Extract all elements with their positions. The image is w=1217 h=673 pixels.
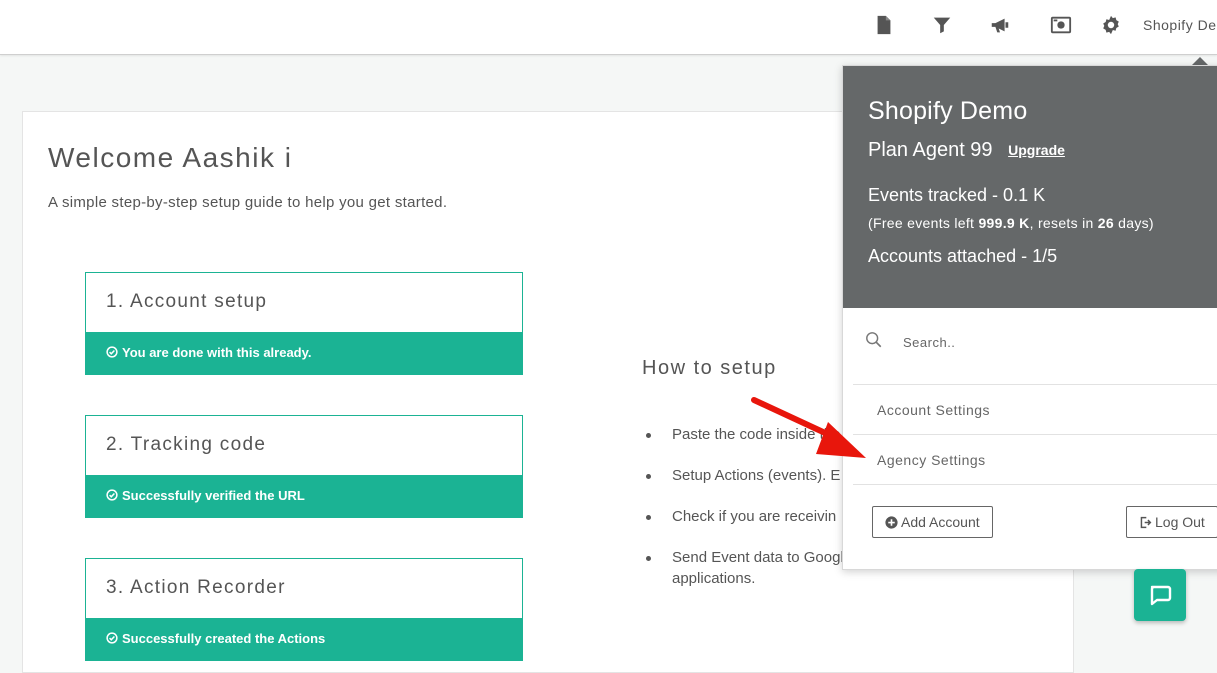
plus-circle-icon — [885, 516, 898, 529]
free-events-suffix: days) — [1113, 215, 1154, 231]
plan-name: Plan Agent 99 — [868, 139, 993, 161]
reset-days: 26 — [1097, 215, 1114, 231]
chat-widget-button[interactable] — [1134, 569, 1186, 621]
how-to-setup-heading: How to setup — [642, 357, 777, 379]
step-status: Successfully verified the URL — [86, 475, 522, 517]
accounts-attached: Accounts attached - 1/5 — [868, 246, 1058, 266]
search-icon — [866, 332, 882, 348]
menu-item-agency-settings[interactable]: Agency Settings — [877, 452, 986, 468]
check-circle-icon — [106, 489, 118, 501]
dropdown-account-name: Shopify Demo — [868, 97, 1028, 125]
sign-out-icon — [1140, 516, 1152, 529]
step-status-text: Successfully created the Actions — [122, 631, 326, 646]
step-title: 2. Tracking code — [106, 434, 267, 455]
step-status: You are done with this already. — [86, 332, 522, 374]
divider — [853, 484, 1217, 485]
add-account-button[interactable]: Add Account — [872, 506, 993, 538]
free-events-left: 999.9 K — [978, 215, 1030, 231]
account-search-input[interactable] — [901, 328, 1205, 356]
divider — [853, 434, 1217, 435]
check-circle-icon — [106, 632, 118, 644]
page-title: Welcome Aashik i — [48, 142, 293, 173]
check-circle-icon — [106, 346, 118, 358]
page-subtitle: A simple step-by-step setup guide to hel… — [48, 194, 448, 211]
step-status-text: You are done with this already. — [122, 345, 312, 360]
step-title: 1. Account setup — [106, 291, 268, 312]
account-dropdown: Shopify Demo Plan Agent 99 Upgrade Event… — [842, 65, 1217, 570]
events-tracked: Events tracked - 0.1 K — [868, 185, 1046, 205]
plan-info: Plan Agent 99 Upgrade — [868, 139, 1065, 162]
step-account-setup[interactable]: 1. Account setup You are done with this … — [85, 272, 523, 375]
free-events-info: (Free events left 999.9 K, resets in 26 … — [868, 215, 1154, 231]
step-status: Successfully created the Actions — [86, 618, 522, 660]
gear-icon[interactable] — [1100, 14, 1122, 36]
camera-icon[interactable] — [1050, 14, 1072, 36]
top-bar: Shopify Demo — [0, 0, 1217, 55]
dropdown-caret — [1192, 57, 1208, 65]
step-action-recorder[interactable]: 3. Action Recorder Successfully created … — [85, 558, 523, 661]
step-tracking-code[interactable]: 2. Tracking code Successfully verified t… — [85, 415, 523, 518]
annotation-arrow-icon — [751, 397, 866, 458]
dropdown-header: Shopify Demo Plan Agent 99 Upgrade Event… — [843, 66, 1217, 308]
divider — [853, 384, 1217, 385]
free-events-prefix: (Free events left — [868, 215, 979, 231]
document-icon[interactable] — [873, 14, 895, 36]
top-account-name[interactable]: Shopify Demo — [1143, 17, 1217, 33]
step-status-text: Successfully verified the URL — [122, 488, 305, 503]
log-out-button[interactable]: Log Out — [1126, 506, 1217, 538]
upgrade-link[interactable]: Upgrade — [1008, 142, 1065, 158]
chat-bubble-icon — [1150, 585, 1172, 606]
menu-item-account-settings[interactable]: Account Settings — [877, 402, 990, 418]
step-title: 3. Action Recorder — [106, 577, 286, 598]
add-account-label: Add Account — [901, 514, 980, 530]
log-out-label: Log Out — [1155, 514, 1205, 530]
free-events-middle: , resets in — [1029, 215, 1098, 231]
megaphone-icon[interactable] — [989, 14, 1011, 36]
filter-icon[interactable] — [931, 14, 953, 36]
